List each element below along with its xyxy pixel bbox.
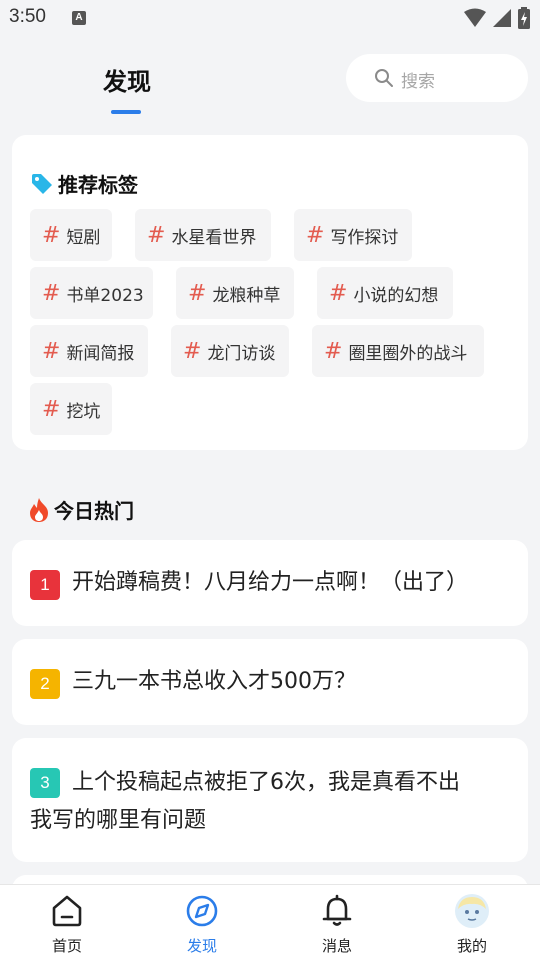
- hot-topics-header: 今日热门: [28, 495, 134, 524]
- rank-badge: 2: [30, 669, 60, 699]
- tag-item[interactable]: # 小说的幻想: [317, 267, 453, 319]
- nav-profile-label: 我的: [456, 937, 487, 955]
- hot-topic-title: 三九一本书总收入才500万？: [72, 669, 356, 694]
- nav-messages[interactable]: 消息: [297, 885, 377, 960]
- hash-icon: #: [42, 222, 61, 248]
- nav-discover[interactable]: 发现: [162, 885, 242, 960]
- tag-icon: [32, 173, 52, 194]
- recommended-tags-title: 推荐标签: [58, 173, 138, 197]
- avatar: [455, 894, 489, 928]
- tag-label: 挖坑: [66, 401, 101, 422]
- hash-icon: #: [183, 338, 202, 364]
- rank-badge: 1: [30, 570, 60, 600]
- active-tab-indicator: [111, 110, 141, 114]
- hot-topics-title: 今日热门: [54, 499, 134, 523]
- nav-messages-label: 消息: [321, 937, 352, 955]
- bottom-nav: 首页 发现 消息 我的: [0, 884, 540, 960]
- hash-icon: #: [306, 222, 325, 248]
- signal-icon: [493, 9, 511, 27]
- tag-item[interactable]: # 龙门访谈: [171, 325, 289, 377]
- hash-icon: #: [42, 280, 61, 306]
- tag-label: 小说的幻想: [353, 285, 439, 306]
- tag-label: 圈里圈外的战斗: [348, 343, 468, 364]
- wifi-icon: [464, 8, 486, 27]
- status-bar: 3:50 A: [0, 0, 540, 36]
- hash-icon: #: [329, 280, 348, 306]
- tag-label: 龙门访谈: [207, 343, 276, 364]
- bell-icon: [322, 894, 352, 926]
- hash-icon: #: [147, 222, 166, 248]
- page-title[interactable]: 发现: [103, 62, 151, 97]
- hot-topic-title-line1: 上个投稿起点被拒了6次，我是真看不出: [72, 770, 460, 795]
- tag-item[interactable]: # 短剧: [30, 209, 112, 261]
- search-placeholder: 搜索: [401, 72, 435, 92]
- header: 发现 搜索: [0, 36, 540, 120]
- tag-label: 书单2023: [66, 285, 144, 306]
- hot-topic-title-line2: 我写的哪里有问题: [30, 808, 207, 833]
- status-icons: [464, 7, 530, 29]
- hot-topic-item[interactable]: 1 开始蹲稿费！八月给力一点啊！（出了）: [12, 540, 528, 626]
- hot-topic-item[interactable]: 2 三九一本书总收入才500万？: [12, 639, 528, 725]
- discover-page: 3:50 A 发现 搜索 推荐标签 # 短剧 # 水星看世界 # 写作探讨 # …: [0, 0, 540, 960]
- tag-label: 龙粮种草: [212, 285, 281, 306]
- tag-item[interactable]: # 挖坑: [30, 383, 112, 435]
- hot-topic-title: 开始蹲稿费！八月给力一点啊！（出了）: [72, 570, 469, 595]
- tag-item[interactable]: # 写作探讨: [294, 209, 412, 261]
- home-icon: [52, 895, 82, 927]
- hash-icon: #: [324, 338, 343, 364]
- notification-icon: A: [72, 11, 86, 25]
- tag-item[interactable]: # 龙粮种草: [176, 267, 294, 319]
- hash-icon: #: [42, 338, 61, 364]
- search-input[interactable]: 搜索: [346, 54, 528, 102]
- status-time: 3:50: [9, 6, 46, 27]
- recommended-tags-header: 推荐标签: [30, 169, 138, 198]
- hash-icon: #: [188, 280, 207, 306]
- search-icon: [375, 69, 393, 87]
- battery-icon: [518, 7, 530, 29]
- tag-label: 短剧: [66, 227, 101, 248]
- nav-profile[interactable]: 我的: [432, 885, 512, 960]
- nav-discover-label: 发现: [186, 937, 217, 955]
- nav-home-label: 首页: [51, 937, 82, 955]
- hash-icon: #: [42, 396, 61, 422]
- compass-icon: [186, 895, 218, 927]
- fire-icon: [30, 497, 48, 522]
- tag-item[interactable]: # 水星看世界: [135, 209, 271, 261]
- tag-label: 新闻简报: [66, 343, 135, 364]
- tag-label: 写作探讨: [330, 227, 399, 248]
- tag-item[interactable]: # 新闻简报: [30, 325, 148, 377]
- tag-item[interactable]: # 书单2023: [30, 267, 153, 319]
- tag-item[interactable]: # 圈里圈外的战斗: [312, 325, 484, 377]
- rank-badge: 3: [30, 768, 60, 798]
- nav-home[interactable]: 首页: [27, 885, 107, 960]
- recommended-tags-card: 推荐标签 # 短剧 # 水星看世界 # 写作探讨 # 书单2023 # 龙粮种草 # 小说的…: [12, 135, 528, 450]
- tag-label: 水星看世界: [171, 227, 257, 248]
- hot-topic-item[interactable]: 3 上个投稿起点被拒了6次，我是真看不出 我写的哪里有问题: [12, 738, 528, 862]
